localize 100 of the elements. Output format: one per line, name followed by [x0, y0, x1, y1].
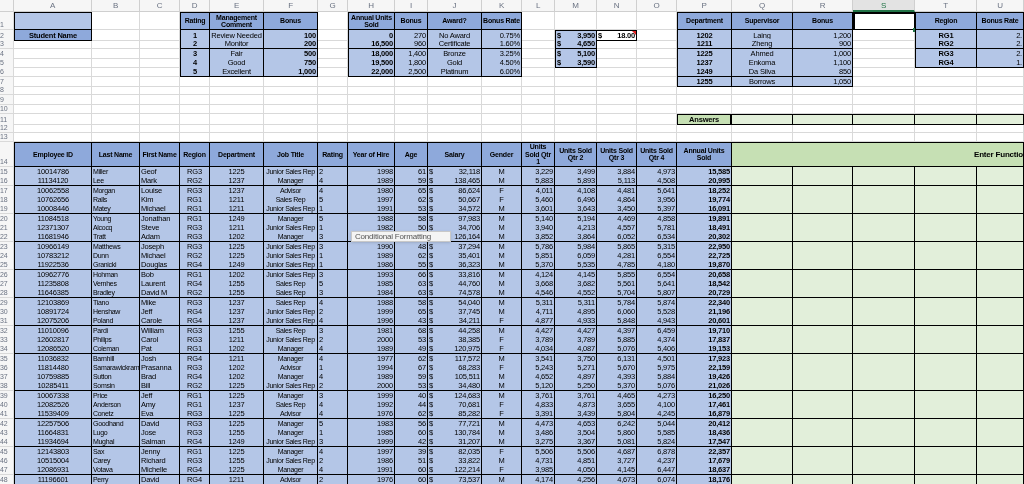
answer-cell[interactable] — [793, 465, 853, 476]
answer-cell[interactable] — [853, 232, 915, 243]
answer-cell[interactable] — [915, 325, 977, 336]
grid-cell[interactable] — [793, 95, 853, 105]
grid-cell[interactable] — [482, 132, 522, 142]
grid-cell[interactable] — [597, 76, 637, 87]
grid-cell[interactable] — [210, 95, 264, 105]
grid-cell[interactable] — [14, 39, 92, 50]
answer-cell[interactable] — [732, 465, 793, 476]
grid-cell[interactable] — [977, 123, 1024, 133]
answer-cell[interactable] — [732, 269, 793, 280]
answer-cell[interactable] — [977, 288, 1024, 299]
grid-cell[interactable] — [92, 104, 140, 114]
answer-cell[interactable] — [977, 418, 1024, 429]
grid-cell[interactable] — [482, 123, 522, 133]
column-header[interactable]: B — [92, 0, 140, 12]
grid-cell[interactable] — [793, 132, 853, 142]
grid-cell[interactable] — [428, 104, 482, 114]
grid-cell[interactable] — [915, 76, 977, 87]
answer-cell[interactable] — [977, 241, 1024, 252]
answer-cell[interactable] — [793, 113, 853, 125]
answer-cell[interactable] — [732, 113, 793, 125]
answer-cell[interactable] — [977, 437, 1024, 448]
grid-cell[interactable] — [140, 85, 180, 96]
column-header[interactable]: N — [597, 0, 637, 12]
answer-cell[interactable] — [977, 297, 1024, 308]
grid-cell[interactable] — [853, 95, 915, 105]
answer-cell[interactable] — [853, 437, 915, 448]
answer-cell[interactable] — [977, 446, 1024, 457]
answer-cell[interactable] — [732, 437, 793, 448]
answer-cell[interactable] — [977, 465, 1024, 476]
grid-cell[interactable] — [482, 104, 522, 114]
answer-cell[interactable] — [915, 316, 977, 327]
answer-cell[interactable] — [915, 446, 977, 457]
grid-cell[interactable] — [732, 95, 793, 105]
answer-cell[interactable] — [732, 204, 793, 215]
answer-cell[interactable] — [915, 390, 977, 401]
grid-cell[interactable] — [522, 85, 555, 96]
answer-cell[interactable] — [793, 260, 853, 271]
answer-cell[interactable] — [793, 176, 853, 187]
grid-cell[interactable] — [210, 123, 264, 133]
answer-cell[interactable] — [977, 113, 1024, 125]
grid-cell[interactable] — [915, 132, 977, 142]
answer-cell[interactable] — [915, 204, 977, 215]
grid-cell[interactable] — [14, 104, 92, 114]
answer-cell[interactable] — [915, 288, 977, 299]
answer-cell[interactable] — [793, 437, 853, 448]
answer-cell[interactable] — [915, 113, 977, 125]
answer-cell[interactable] — [732, 474, 793, 484]
answer-cell[interactable] — [977, 176, 1024, 187]
grid-cell[interactable] — [180, 132, 210, 142]
grid-cell[interactable] — [597, 48, 637, 59]
grid-cell[interactable] — [180, 113, 210, 125]
answer-cell[interactable] — [793, 390, 853, 401]
answer-cell[interactable] — [793, 204, 853, 215]
grid-cell[interactable] — [140, 113, 180, 125]
grid-cell[interactable] — [395, 95, 428, 105]
grid-cell[interactable] — [92, 58, 140, 68]
column-header[interactable]: C — [140, 0, 180, 12]
answer-cell[interactable] — [915, 269, 977, 280]
answer-cell[interactable] — [977, 474, 1024, 484]
answer-cell[interactable] — [915, 232, 977, 243]
grid-cell[interactable] — [140, 95, 180, 105]
grid-cell[interactable] — [555, 123, 597, 133]
answer-cell[interactable] — [977, 344, 1024, 355]
answer-cell[interactable] — [915, 474, 977, 484]
answer-cell[interactable] — [853, 204, 915, 215]
grid-cell[interactable] — [522, 123, 555, 133]
grid-cell[interactable] — [853, 85, 915, 96]
grid-cell[interactable] — [637, 85, 677, 96]
answer-cell[interactable] — [915, 176, 977, 187]
grid-cell[interactable] — [264, 76, 318, 87]
grid-cell[interactable] — [428, 132, 482, 142]
grid-cell[interactable] — [264, 132, 318, 142]
answer-cell[interactable] — [793, 474, 853, 484]
grid-cell[interactable] — [14, 113, 92, 125]
answer-cell[interactable] — [915, 185, 977, 196]
column-header[interactable]: L — [522, 0, 555, 12]
grid-cell[interactable] — [977, 95, 1024, 105]
grid-cell[interactable] — [677, 85, 732, 96]
grid-cell[interactable] — [482, 95, 522, 105]
answer-cell[interactable] — [853, 474, 915, 484]
grid-cell[interactable] — [977, 132, 1024, 142]
answer-cell[interactable] — [732, 176, 793, 187]
answer-cell[interactable] — [732, 185, 793, 196]
grid-cell[interactable] — [428, 76, 482, 87]
grid-cell[interactable] — [92, 123, 140, 133]
answer-cell[interactable] — [977, 185, 1024, 196]
grid-cell[interactable] — [14, 48, 92, 59]
answer-cell[interactable] — [732, 381, 793, 392]
grid-cell[interactable] — [482, 113, 522, 125]
grid-cell[interactable] — [522, 12, 555, 30]
answer-cell[interactable] — [977, 409, 1024, 420]
grid-cell[interactable] — [428, 85, 482, 96]
grid-cell[interactable] — [597, 85, 637, 96]
grid-cell[interactable] — [853, 132, 915, 142]
answer-cell[interactable] — [853, 166, 915, 177]
grid-cell[interactable] — [395, 85, 428, 96]
answer-cell[interactable] — [977, 166, 1024, 177]
grid-cell[interactable] — [555, 67, 597, 78]
